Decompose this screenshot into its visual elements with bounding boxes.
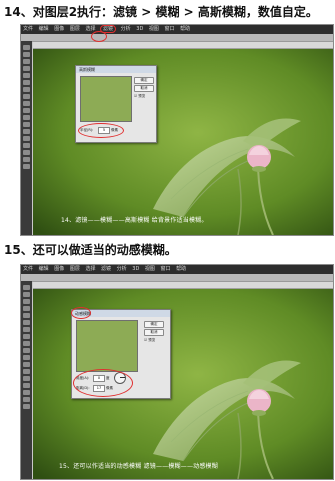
menu-item-view[interactable]: 视图 <box>149 26 159 32</box>
tool-zoom-icon[interactable] <box>23 404 30 409</box>
menu-item-3d[interactable]: 3D <box>132 266 139 272</box>
menu-item-edit[interactable]: 编辑 <box>39 26 49 32</box>
menu-item-view[interactable]: 视图 <box>145 266 155 272</box>
step-14-caption: 14、滤镜——模糊——高斯模糊 给背景作适当模糊。 <box>61 217 208 224</box>
document-tab[interactable] <box>33 42 333 49</box>
step-14-title: 14、对图层2执行：滤镜 > 模糊 > 高斯模糊，数值自定。 <box>4 5 318 19</box>
tool-pen-icon[interactable] <box>23 129 30 134</box>
menu-item-file[interactable]: 文件 <box>23 266 33 272</box>
cancel-button[interactable]: 取消 <box>144 329 164 336</box>
cancel-button[interactable]: 取消 <box>134 85 154 92</box>
tool-dodge-icon[interactable] <box>23 362 30 367</box>
tool-brush-icon[interactable] <box>23 87 30 92</box>
menu-item-3d[interactable]: 3D <box>136 26 143 32</box>
menu-item-window[interactable]: 窗口 <box>161 266 171 272</box>
dialog-title-highlight <box>71 307 91 319</box>
tool-hand-icon[interactable] <box>23 397 30 402</box>
toolbox <box>21 281 32 479</box>
menu-item-analysis[interactable]: 分析 <box>121 26 131 32</box>
toolbox <box>21 41 32 235</box>
tool-marquee-icon[interactable] <box>23 292 30 297</box>
screenshot-step-15: 文件 编辑 图像 图层 选择 滤镜 分析 3D 视图 窗口 帮助 动感模糊 确定… <box>20 264 334 480</box>
menu-item-file[interactable]: 文件 <box>23 26 33 32</box>
filter-menu-highlight <box>91 31 107 42</box>
tool-pen-icon[interactable] <box>23 369 30 374</box>
tool-path-icon[interactable] <box>23 383 30 388</box>
menu-item-layer[interactable]: 图层 <box>70 26 80 32</box>
menu-item-filter[interactable]: 滤镜 <box>101 266 111 272</box>
preview-label: 预览 <box>148 338 156 342</box>
gaussian-blur-dialog: 高斯模糊 确定 取消 ☑ 预览 半径(R): 5 像素 <box>75 65 157 143</box>
tool-wand-icon[interactable] <box>23 306 30 311</box>
radius-highlight-ring <box>78 123 124 138</box>
step-15-caption: 15、还可以作适当的动感模糊 滤镜——模糊——动感模糊 <box>59 463 218 470</box>
tool-lasso-icon[interactable] <box>23 299 30 304</box>
tool-wand-icon[interactable] <box>23 66 30 71</box>
menu-item-analysis[interactable]: 分析 <box>117 266 127 272</box>
tool-zoom-icon[interactable] <box>23 164 30 169</box>
menu-item-select[interactable]: 选择 <box>85 266 95 272</box>
tool-shape-icon[interactable] <box>23 150 30 155</box>
document-tab[interactable] <box>33 282 333 289</box>
tool-blur-icon[interactable] <box>23 115 30 120</box>
tool-type-icon[interactable] <box>23 136 30 141</box>
preview-checkbox[interactable]: ☑ 预览 <box>134 94 145 99</box>
tool-dodge-icon[interactable] <box>23 122 30 127</box>
tool-shape-icon[interactable] <box>23 390 30 395</box>
menu-item-edit[interactable]: 编辑 <box>39 266 49 272</box>
menu-item-help[interactable]: 帮助 <box>176 266 186 272</box>
tool-type-icon[interactable] <box>23 376 30 381</box>
tool-eyedropper-icon[interactable] <box>23 80 30 85</box>
menu-item-image[interactable]: 图像 <box>54 266 64 272</box>
ok-button[interactable]: 确定 <box>134 77 154 84</box>
filter-preview[interactable] <box>76 320 138 372</box>
step-15-title: 15、还可以做适当的动感模糊。 <box>4 243 177 257</box>
menu-bar: 文件 编辑 图像 图层 选择 滤镜 分析 3D 视图 窗口 帮助 <box>21 265 333 274</box>
menu-item-layer[interactable]: 图层 <box>70 266 80 272</box>
menu-bar: 文件 编辑 图像 图层 选择 滤镜 分析 3D 视图 窗口 帮助 <box>21 25 333 34</box>
tool-brush-icon[interactable] <box>23 327 30 332</box>
tool-marquee-icon[interactable] <box>23 52 30 57</box>
tool-gradient-icon[interactable] <box>23 108 30 113</box>
tool-blur-icon[interactable] <box>23 355 30 360</box>
tool-stamp-icon[interactable] <box>23 94 30 99</box>
tool-eraser-icon[interactable] <box>23 341 30 346</box>
tool-hand-icon[interactable] <box>23 157 30 162</box>
menu-item-help[interactable]: 帮助 <box>180 26 190 32</box>
tool-crop-icon[interactable] <box>23 73 30 78</box>
menu-item-window[interactable]: 窗口 <box>165 26 175 32</box>
tool-gradient-icon[interactable] <box>23 348 30 353</box>
filter-preview[interactable] <box>80 76 132 122</box>
tool-move-icon[interactable] <box>23 45 30 50</box>
tool-eraser-icon[interactable] <box>23 101 30 106</box>
tool-eyedropper-icon[interactable] <box>23 320 30 325</box>
menu-item-image[interactable]: 图像 <box>54 26 64 32</box>
settings-highlight-ring <box>73 369 133 397</box>
tool-lasso-icon[interactable] <box>23 59 30 64</box>
screenshot-step-14: 文件 编辑 图像 图层 选择 滤镜 分析 3D 视图 窗口 帮助 高斯模糊 确定… <box>20 24 334 236</box>
tool-stamp-icon[interactable] <box>23 334 30 339</box>
preview-label: 预览 <box>138 94 146 98</box>
tool-path-icon[interactable] <box>23 143 30 148</box>
motion-blur-dialog: 动感模糊 确定 取消 ☑ 预览 角度(A): 0 度 距离(D): 17 像素 <box>71 309 171 399</box>
preview-checkbox[interactable]: ☑ 预览 <box>144 338 155 343</box>
options-bar <box>21 34 333 42</box>
tool-move-icon[interactable] <box>23 285 30 290</box>
dialog-title: 高斯模糊 <box>76 66 156 73</box>
ok-button[interactable]: 确定 <box>144 321 164 328</box>
options-bar <box>21 274 333 282</box>
tool-crop-icon[interactable] <box>23 313 30 318</box>
